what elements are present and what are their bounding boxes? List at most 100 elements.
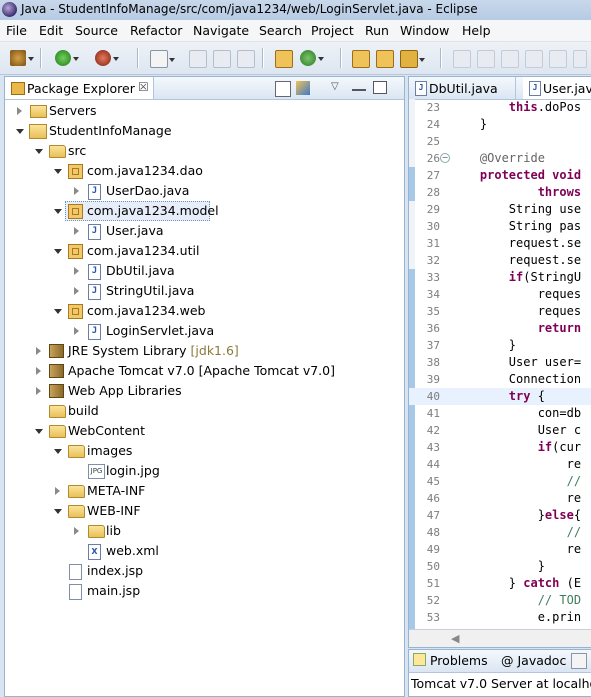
code-line[interactable]: 40 try { [409, 388, 591, 405]
tree-item-webcontent[interactable]: WebContent [5, 421, 404, 441]
expand-arrow-icon[interactable] [74, 327, 79, 335]
code-line[interactable]: 36 return [409, 320, 591, 337]
open-resource-icon[interactable] [376, 50, 394, 68]
menu-refactor[interactable]: Refactor [130, 23, 182, 38]
code-line[interactable]: 41 con=db [409, 405, 591, 422]
code-line[interactable]: 43 if(cur [409, 439, 591, 456]
menu-search[interactable]: Search [259, 23, 302, 38]
collapse-arrow-icon[interactable] [35, 149, 43, 154]
menu-source[interactable]: Source [75, 23, 118, 38]
expand-arrow-icon[interactable] [36, 387, 41, 395]
tree-item-tomcat[interactable]: Apache Tomcat v7.0 [Apache Tomcat v7.0] [5, 361, 404, 381]
tree-item-metainf[interactable]: META-INF [5, 481, 404, 501]
scroll-left-icon[interactable]: ◀ [451, 632, 459, 645]
tree-item-package-web[interactable]: com.java1234.web [5, 301, 404, 321]
menu-run[interactable]: Run [365, 23, 389, 38]
code-line[interactable]: 46 re [409, 490, 591, 507]
collapse-arrow-icon[interactable] [16, 129, 24, 134]
tree-item-src[interactable]: src [5, 141, 404, 161]
code-line[interactable]: 33 if(StringU [409, 269, 591, 286]
tree-item-webapplibs[interactable]: Web App Libraries [5, 381, 404, 401]
code-line[interactable]: 42 User c [409, 422, 591, 439]
menu-file[interactable]: File [6, 23, 27, 38]
expand-arrow-icon[interactable] [55, 487, 60, 495]
collapse-all-icon[interactable] [275, 81, 291, 97]
code-line[interactable]: 27 protected void [409, 167, 591, 184]
external-tools-icon[interactable] [95, 50, 119, 66]
code-line[interactable]: 49 re [409, 541, 591, 558]
code-line[interactable]: 34 reques [409, 286, 591, 303]
code-line[interactable]: 53 e.prin [409, 609, 591, 626]
debug-config-icon[interactable] [10, 50, 34, 66]
search-icon[interactable] [400, 50, 425, 68]
block-selection-icon[interactable] [549, 50, 567, 68]
tab-user[interactable]: J User.java [523, 77, 591, 99]
tab-dbutil[interactable]: J DbUtil.java [409, 77, 516, 99]
code-line[interactable]: 44 re [409, 456, 591, 473]
collapse-arrow-icon[interactable] [54, 249, 62, 254]
edit-icon[interactable] [477, 50, 495, 68]
expand-arrow-icon[interactable] [74, 287, 79, 295]
code-line[interactable]: 28 throws [409, 184, 591, 201]
code-line[interactable]: 30 String pas [409, 218, 591, 235]
tree-item-user[interactable]: J User.java [5, 221, 404, 241]
code-line[interactable]: 51 } catch (E [409, 575, 591, 592]
new-icon[interactable] [150, 50, 175, 68]
outline-icon[interactable] [525, 50, 543, 68]
collapse-arrow-icon[interactable] [54, 169, 62, 174]
code-area[interactable]: 23 this.doPos 24 } 25 26− @Override 27 prote… [409, 99, 591, 629]
declaration-tab-icon[interactable] [571, 653, 587, 669]
collapse-arrow-icon[interactable] [35, 429, 43, 434]
menu-navigate[interactable]: Navigate [193, 23, 249, 38]
show-whitespace-icon[interactable] [573, 50, 587, 68]
expand-arrow-icon[interactable] [74, 267, 79, 275]
print-icon[interactable] [237, 50, 255, 68]
tree-item-dbutil[interactable]: J DbUtil.java [5, 261, 404, 281]
tree-item-stringutil[interactable]: J StringUtil.java [5, 281, 404, 301]
fold-toggle-icon[interactable]: − [440, 153, 450, 163]
new-class-icon[interactable] [300, 50, 324, 66]
expand-arrow-icon[interactable] [36, 347, 41, 355]
tree-item-servers[interactable]: Servers [5, 101, 404, 121]
tree-item-project[interactable]: StudentInfoManage [5, 121, 404, 141]
tree-item-package-util[interactable]: com.java1234.util [5, 241, 404, 261]
server-status[interactable]: Tomcat v7.0 Server at localhost [411, 676, 591, 691]
view-menu-icon[interactable]: ▽ [331, 81, 345, 95]
tree-item-lib[interactable]: lib [5, 521, 404, 541]
code-line[interactable]: 47 }else{ [409, 507, 591, 524]
menu-project[interactable]: Project [311, 23, 354, 38]
run-icon[interactable] [55, 50, 79, 66]
code-line[interactable]: 52 // TOD [409, 592, 591, 609]
tree-item-images[interactable]: images [5, 441, 404, 461]
toggle-mark-icon[interactable] [453, 50, 471, 68]
tab-package-explorer[interactable]: Package Explorer ☒ [5, 77, 154, 99]
close-icon[interactable]: ☒ [138, 80, 149, 94]
new-package-icon[interactable] [275, 50, 293, 68]
code-line[interactable]: 31 request.se [409, 235, 591, 252]
open-type-icon[interactable] [352, 50, 370, 68]
code-line[interactable]: 38 User user= [409, 354, 591, 371]
code-line[interactable]: 29 String use [409, 201, 591, 218]
save-icon[interactable] [189, 50, 207, 68]
tree-item-loginjpg[interactable]: JPG login.jpg [5, 461, 404, 481]
tab-javadoc[interactable]: @ Javadoc [501, 653, 566, 668]
format-icon[interactable] [501, 50, 519, 68]
tree-item-package-model[interactable]: com.java1234.model [5, 201, 404, 221]
tree-item-userdao[interactable]: J UserDao.java [5, 181, 404, 201]
tree-item-webinf[interactable]: WEB-INF [5, 501, 404, 521]
tree-item-jre[interactable]: JRE System Library [jdk1.6] [5, 341, 404, 361]
code-line[interactable]: 45 // [409, 473, 591, 490]
collapse-arrow-icon[interactable] [54, 309, 62, 314]
expand-arrow-icon[interactable] [74, 227, 79, 235]
code-line[interactable]: 48 // [409, 524, 591, 541]
collapse-arrow-icon[interactable] [54, 509, 62, 514]
expand-arrow-icon[interactable] [74, 527, 79, 535]
link-with-editor-icon[interactable] [296, 81, 310, 95]
expand-arrow-icon[interactable] [17, 107, 22, 115]
tree-item-mainjsp[interactable]: main.jsp [5, 581, 404, 601]
code-line[interactable]: 25 [409, 133, 591, 150]
minimize-icon[interactable] [352, 81, 366, 91]
code-line[interactable]: 35 reques [409, 303, 591, 320]
collapse-arrow-icon[interactable] [54, 449, 62, 454]
tree-item-loginservlet[interactable]: J LoginServlet.java [5, 321, 404, 341]
